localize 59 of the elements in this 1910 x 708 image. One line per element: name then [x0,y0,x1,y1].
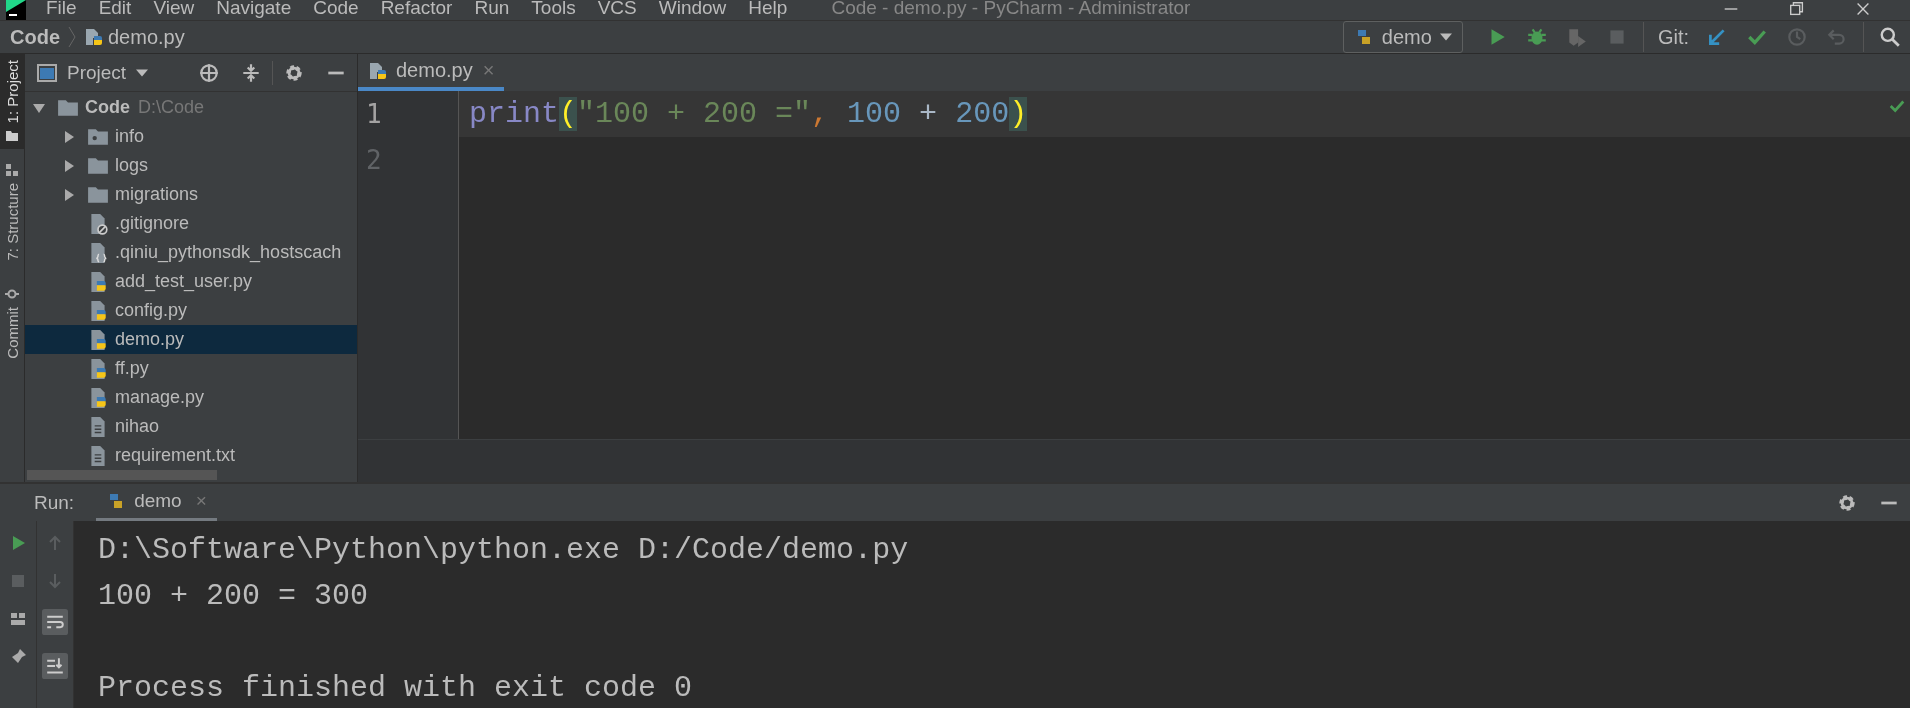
menu-item[interactable]: Navigate [216,0,292,16]
tree-item[interactable]: logs [25,151,357,180]
menu-item[interactable]: Help [748,0,788,16]
caret-icon [136,68,149,77]
side-tab[interactable]: 1: Project [0,54,24,150]
menu-item[interactable]: Tools [531,0,576,16]
tree-item[interactable]: ff.py [25,354,357,383]
folder-icon [5,129,19,144]
bug-icon[interactable] [1525,26,1548,48]
scrollbar-thumb[interactable] [27,470,217,480]
python-file-icon [84,27,104,47]
crosshair-icon[interactable] [198,61,220,84]
expand-arrow-icon[interactable] [33,101,45,114]
menu-item[interactable]: Refactor [380,0,453,16]
menu-item[interactable]: File [46,0,77,16]
run-config-dropdown[interactable]: demo [1342,21,1463,53]
menu-item[interactable]: Code [313,0,359,16]
tree-item[interactable]: nihao [25,412,357,441]
scroll-to-end-icon[interactable] [42,653,68,679]
project-view-dropdown[interactable]: Project [25,61,161,84]
menu-item[interactable]: Run [474,0,510,16]
tree-item[interactable]: info [25,122,357,151]
breadcrumb-item[interactable]: Code [10,25,60,49]
tree-item[interactable]: .gitignore [25,209,357,238]
tree-item[interactable]: migrations [25,180,357,209]
tree-item[interactable]: manage.py [25,383,357,412]
line-number: 1 [365,98,383,131]
expand-arrow-icon[interactable] [63,130,75,143]
window-icon [37,63,57,82]
tree-item[interactable]: Code D:\Code [25,93,357,122]
structure-icon [5,163,19,178]
tree-item[interactable]: demo.py [25,325,357,354]
menu-item[interactable]: Window [658,0,727,16]
expand-arrow-icon[interactable] [63,188,75,201]
run-label: Run: [34,491,75,514]
code-line: print("100 + 200 =", 100 + 200) [469,97,1028,131]
console-line: 100 + 200 = 300 [98,579,369,613]
expand-arrow-icon[interactable] [63,159,75,172]
python-file-icon [368,60,388,81]
collapse-icon[interactable] [240,61,262,84]
side-tab[interactable]: Commit [0,280,24,365]
menu-item[interactable]: View [153,0,195,16]
tree-item[interactable]: requirement.txt [25,441,357,470]
tree-item[interactable]: add_test_user.py [25,267,357,296]
search-icon[interactable] [1879,26,1901,48]
caret-icon [1439,33,1452,41]
menu-item[interactable]: VCS [597,0,637,16]
tree-item[interactable]: config.py [25,296,357,325]
app-logo-icon [4,0,28,20]
console-line: D:\Software\Python\python.exe D:/Code/demo.py [98,533,909,567]
breadcrumb-item[interactable]: demo.py [108,25,185,49]
side-tab[interactable]: 7: Structure [0,157,24,267]
menu-item[interactable]: Edit [98,0,132,16]
git-label: Git: [1657,25,1689,49]
tree-item[interactable]: .qiniu_pythonsdk_hostscach [25,238,357,267]
soft-wrap-icon[interactable] [42,609,68,635]
chevron-icon [68,25,76,49]
console-line: Process finished with exit code 0 [98,671,693,705]
window-title: Code - demo.py - PyCharm - Administrator [831,0,1191,16]
